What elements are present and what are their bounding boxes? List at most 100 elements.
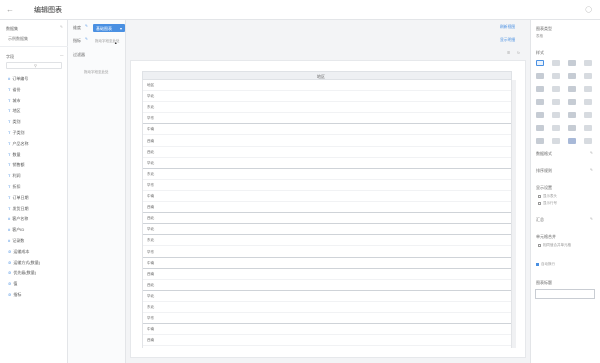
data-format-label[interactable]: 数据格式 (536, 151, 552, 157)
field-label: 省份 (12, 86, 21, 92)
table-row: 西南 (143, 335, 511, 347)
field-item[interactable]: T 数量 (8, 152, 20, 158)
chart-type-icon[interactable] (568, 86, 576, 92)
field-item[interactable]: # 记录数 (8, 238, 24, 244)
arrow-left-icon[interactable]: ← (6, 5, 14, 14)
table-row: 东北 (143, 169, 511, 180)
field-item[interactable]: ⊘ 指标 (8, 292, 21, 298)
edit-icon[interactable]: ✎ (590, 217, 593, 221)
field-item[interactable]: ⊘ 优先级(数量) (8, 270, 36, 276)
chart-type-icon[interactable] (552, 73, 560, 79)
field-label: 类别 (12, 119, 21, 125)
display-label: 显示设置 (536, 185, 552, 190)
edit-icon[interactable]: ✎ (590, 168, 593, 172)
chart-type-icon[interactable] (552, 99, 560, 105)
refresh-link[interactable]: 刷新视图 (500, 25, 515, 30)
field-item[interactable]: # 订单编号 (8, 76, 28, 82)
chart-type-icon[interactable] (536, 125, 544, 131)
chart-type-icon[interactable] (568, 73, 576, 79)
field-item[interactable]: T 利润 (8, 173, 20, 179)
fullscreen-icon[interactable]: ◯ (585, 6, 592, 13)
field-item[interactable]: T 城市 (8, 98, 20, 104)
option-label: 自动换行 (541, 262, 555, 266)
field-item[interactable]: T 销售额 (8, 162, 24, 168)
field-label: 地区 (12, 108, 21, 114)
chart-type-icon[interactable] (536, 99, 544, 105)
option-label: 相同值合并单元格 (543, 243, 571, 247)
field-item[interactable]: T 订单日期 (8, 195, 28, 201)
chart-type-icon[interactable] (536, 73, 544, 79)
minus-icon[interactable]: — (60, 53, 64, 57)
chart-type-icon[interactable] (584, 112, 592, 118)
chart-type-icon[interactable] (568, 99, 576, 105)
chart-type-icon[interactable] (552, 86, 560, 92)
tab-basic-chart[interactable]: 基础图表 ▾ (93, 24, 125, 32)
canvas-toolbar (126, 22, 530, 54)
field-item[interactable]: T 地区 (8, 108, 20, 114)
show-header-option[interactable]: 显示表头 (538, 194, 557, 199)
table-chart-icon[interactable] (536, 60, 544, 66)
field-type-icon: ⊘ (8, 248, 12, 254)
field-item[interactable]: # 客户名称 (8, 216, 28, 222)
field-search-input[interactable]: ⚲ (6, 62, 62, 69)
dataset-name[interactable]: 示例数据集 (8, 36, 28, 42)
chart-type-icon[interactable] (568, 125, 576, 131)
page-title: 编辑图表 (34, 7, 62, 14)
field-label: 订单日期 (12, 194, 29, 200)
field-type-icon: T (8, 130, 11, 135)
detail-link[interactable]: 显示明细 (500, 38, 515, 43)
show-rownum-option[interactable]: 显示行号 (538, 201, 557, 206)
chart-type-icon[interactable] (568, 60, 576, 66)
auto-wrap-option[interactable]: 自动换行 (536, 262, 555, 267)
field-item[interactable]: ⊘ 值 (8, 281, 17, 287)
chart-type-icon[interactable] (552, 125, 560, 131)
filter-placeholder[interactable]: 拖动字段至此处 (84, 70, 109, 75)
table-cell: 中南 (147, 127, 155, 132)
chart-type-icon[interactable] (552, 138, 560, 144)
chart-type-icon[interactable] (584, 125, 592, 131)
field-item[interactable]: T 发货日期 (8, 206, 28, 212)
field-type-icon: T (8, 97, 11, 103)
table-row: 西南 (143, 202, 511, 214)
field-item[interactable]: # 客户ID (8, 227, 24, 233)
chart-type-icon[interactable] (536, 86, 544, 92)
chart-type-icon[interactable] (584, 86, 592, 92)
chart-title-input[interactable] (535, 289, 595, 299)
field-label: 城市 (12, 97, 21, 103)
field-item[interactable]: ⊘ 运输成本 (8, 249, 29, 255)
dimension-edit-icon[interactable]: ✎ (85, 24, 88, 28)
chart-type-icon[interactable] (568, 138, 576, 144)
radio[interactable] (538, 201, 541, 205)
refresh-icon[interactable]: ↻ (517, 51, 520, 55)
field-item[interactable]: T 折扣 (8, 184, 20, 190)
field-item[interactable]: T 类别 (8, 119, 20, 125)
chart-type-icon[interactable] (584, 138, 592, 144)
field-item[interactable]: T 省份 (8, 87, 20, 93)
chart-type-icon[interactable] (568, 112, 576, 118)
field-item[interactable]: T 子类别 (8, 130, 24, 136)
settings-icon[interactable]: ☰ (507, 51, 510, 55)
chart-type-icon[interactable] (552, 60, 560, 66)
chart-type-icon[interactable] (584, 73, 592, 79)
field-item[interactable]: ⊘ 运输方式(数量) (8, 260, 40, 266)
checkbox[interactable] (538, 243, 541, 247)
checkbox-checked[interactable] (536, 262, 539, 266)
merge-option[interactable]: 相同值合并单元格 (538, 243, 571, 248)
edit-icon[interactable]: ✎ (590, 151, 593, 155)
chart-type-icon[interactable] (536, 112, 544, 118)
field-type-icon: # (8, 238, 11, 243)
dataset-edit-icon[interactable]: ✎ (60, 25, 63, 29)
chart-type-icon[interactable] (552, 112, 560, 118)
radio[interactable] (538, 194, 541, 198)
table-scrollbar[interactable] (512, 80, 516, 348)
chart-type-icon[interactable] (584, 99, 592, 105)
table-cell: 西北 (147, 149, 155, 154)
table-cell: 中南 (147, 260, 155, 265)
chart-type-icon[interactable] (536, 138, 544, 144)
search-icon: ⚲ (34, 63, 37, 68)
table-cell: 华东 (147, 182, 155, 187)
chart-type-icon[interactable] (584, 60, 592, 66)
sort-label[interactable]: 排序规则 (536, 168, 552, 174)
field-item[interactable]: T 产品名称 (8, 141, 28, 147)
metric-edit-icon[interactable]: ✎ (85, 37, 88, 41)
